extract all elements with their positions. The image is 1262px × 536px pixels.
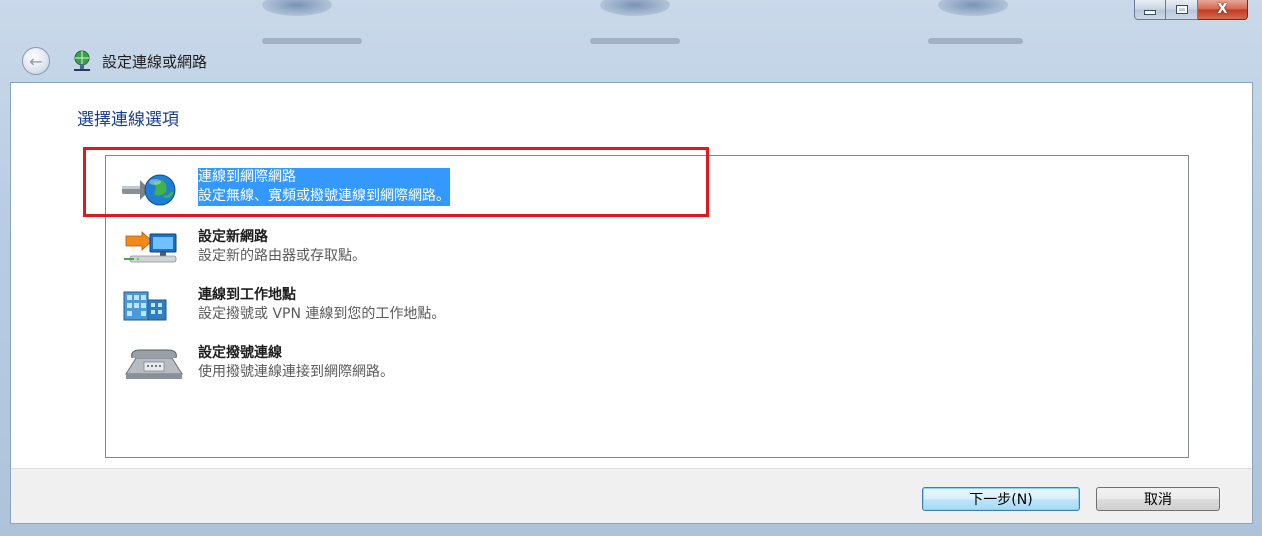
option-description: 設定撥號或 VPN 連線到您的工作地點。 — [198, 306, 446, 322]
wizard-content-area: 選擇連線選項 連線到網際網路 設定無線、寬頻或撥號連線到網際網路。 設定新網路 … — [10, 82, 1253, 524]
window-title: 設定連線或網路 — [102, 52, 208, 71]
globe-connect-icon — [122, 174, 176, 206]
maximize-icon — [1175, 5, 1188, 14]
glass-blur-decoration — [262, 0, 332, 16]
option-text: 連線到工作地點 設定撥號或 VPN 連線到您的工作地點。 — [198, 286, 445, 324]
option-description: 設定新的路由器或存取點。 — [198, 248, 366, 264]
connection-options-list: 連線到網際網路 設定無線、寬頻或撥號連線到網際網路。 設定新網路 設定新的路由器… — [105, 155, 1189, 458]
minimize-icon — [1144, 10, 1156, 15]
dialup-phone-icon — [125, 349, 183, 379]
minimize-button[interactable] — [1134, 0, 1166, 20]
back-button[interactable]: ← — [22, 47, 50, 75]
wizard-footer: 下一步(N) 取消 — [11, 468, 1252, 523]
network-setup-icon — [74, 50, 90, 71]
option-connect-internet[interactable]: 連線到網際網路 設定無線、寬頻或撥號連線到網際網路。 — [116, 168, 450, 214]
option-title: 設定新網路 — [198, 229, 268, 245]
glass-blur-decoration — [590, 38, 680, 44]
navigation-bar: ← 設定連線或網路 — [22, 46, 207, 76]
option-connect-workplace[interactable]: 連線到工作地點 設定撥號或 VPN 連線到您的工作地點。 — [116, 286, 445, 332]
option-title: 連線到網際網路 — [198, 168, 450, 187]
option-text: 設定撥號連線 使用撥號連線連接到網際網路。 — [198, 344, 394, 382]
option-text: 設定新網路 設定新的路由器或存取點。 — [198, 228, 366, 266]
workplace-building-icon — [123, 291, 167, 321]
option-text: 連線到網際網路 設定無線、寬頻或撥號連線到網際網路。 — [198, 168, 450, 206]
option-setup-dialup[interactable]: 設定撥號連線 使用撥號連線連接到網際網路。 — [116, 344, 394, 390]
option-title: 連線到工作地點 — [198, 287, 296, 303]
glass-blur-decoration — [938, 0, 1008, 16]
new-network-router-icon — [124, 231, 177, 263]
glass-blur-decoration — [600, 0, 670, 16]
option-title: 設定撥號連線 — [198, 345, 282, 361]
cancel-button[interactable]: 取消 — [1096, 487, 1220, 511]
page-heading: 選擇連線選項 — [77, 110, 179, 130]
maximize-button[interactable] — [1166, 0, 1198, 20]
close-button[interactable]: X — [1198, 0, 1248, 20]
close-icon: X — [1217, 2, 1228, 17]
glass-blur-decoration — [928, 38, 1023, 44]
setup-connection-window: X ← 設定連線或網路 選擇連線選項 連線到網際網路 設定無線、寬頻或撥號連線到… — [0, 0, 1262, 536]
next-button[interactable]: 下一步(N) — [922, 487, 1080, 511]
option-description: 使用撥號連線連接到網際網路。 — [198, 364, 394, 380]
glass-blur-decoration — [262, 38, 362, 44]
option-setup-new-network[interactable]: 設定新網路 設定新的路由器或存取點。 — [116, 228, 366, 274]
caption-buttons: X — [1134, 0, 1248, 20]
option-description: 設定無線、寬頻或撥號連線到網際網路。 — [198, 187, 450, 206]
back-arrow-icon: ← — [29, 51, 43, 71]
